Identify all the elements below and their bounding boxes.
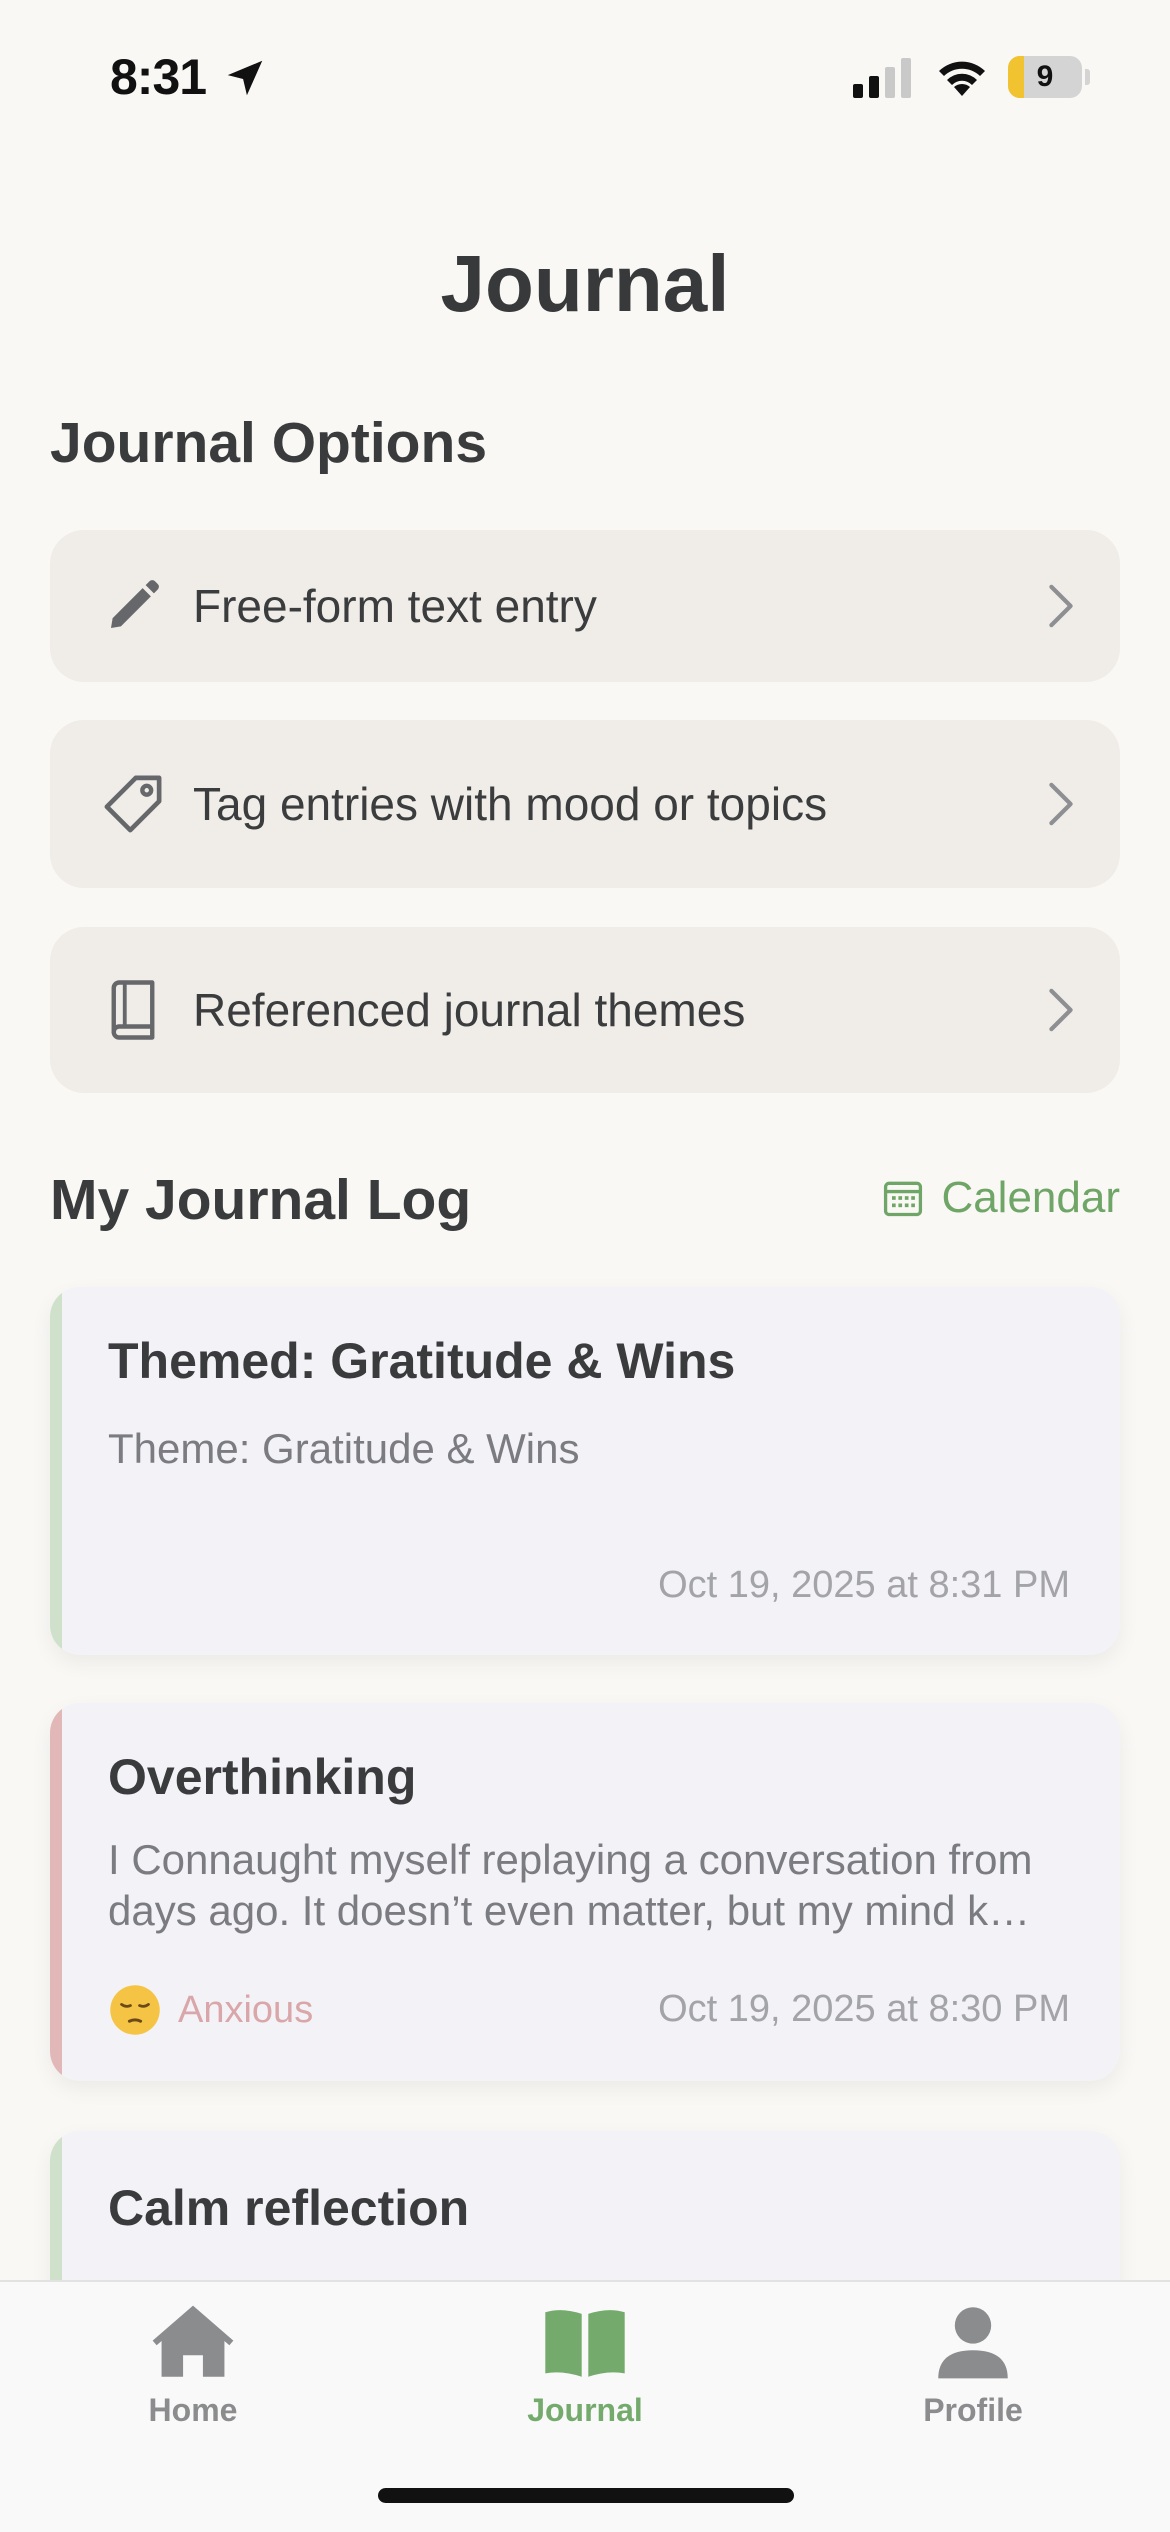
home-indicator (378, 2488, 794, 2503)
home-icon (152, 2305, 234, 2377)
location-arrow-icon (227, 60, 263, 96)
calendar-label: Calendar (941, 1173, 1120, 1222)
entry-title: Themed: Gratitude & Wins (108, 1333, 736, 1389)
entry-title: Calm reflection (108, 2180, 470, 2236)
tab-label: Profile (923, 2392, 1023, 2428)
tab-label: Home (148, 2392, 238, 2428)
battery-indicator: 9 (1008, 56, 1090, 98)
mood-label: Anxious (178, 1988, 314, 2031)
book-icon (111, 980, 155, 1040)
page-title: Journal (440, 239, 730, 328)
entry-accent-bar (50, 1703, 62, 2081)
person-icon (938, 2307, 1008, 2379)
open-book-icon (545, 2310, 625, 2377)
entry-date: Oct 19, 2025 at 8:31 PM (658, 1564, 1070, 1606)
wifi-icon (939, 61, 985, 96)
entry-mood-tag: Anxious (108, 1983, 313, 2037)
tab-journal[interactable]: Journal (485, 2302, 685, 2429)
option-free-form-entry[interactable]: Free-form text entry (50, 530, 1120, 682)
tab-label: Journal (527, 2392, 643, 2428)
calendar-button[interactable]: Calendar (881, 1173, 1120, 1223)
tag-icon (104, 775, 162, 833)
pencil-icon (111, 580, 159, 628)
battery-percentage: 9 (1036, 60, 1054, 93)
entry-body: Theme: Gratitude & Wins (108, 1425, 580, 1472)
journal-options-heading: Journal Options (50, 411, 488, 475)
pensive-face-icon (110, 1985, 160, 2035)
cellular-signal-icon (853, 58, 911, 98)
status-time: 8:31 (110, 49, 207, 105)
option-label: Free-form text entry (193, 580, 597, 632)
tab-home[interactable]: Home (93, 2302, 293, 2429)
status-bar: 8:31 9 (0, 0, 1170, 150)
chevron-right-icon (1049, 584, 1073, 628)
option-tag-entries[interactable]: Tag entries with mood or topics (50, 720, 1120, 888)
entry-date: Oct 19, 2025 at 8:30 PM (658, 1988, 1070, 2030)
option-label: Referenced journal themes (193, 984, 746, 1036)
chevron-right-icon (1049, 782, 1073, 826)
journal-entry-card[interactable]: Themed: Gratitude & Wins Theme: Gratitud… (50, 1287, 1120, 1655)
option-label: Tag entries with mood or topics (193, 778, 828, 830)
option-referenced-themes[interactable]: Referenced journal themes (50, 927, 1120, 1093)
tab-profile[interactable]: Profile (873, 2302, 1073, 2429)
calendar-icon (884, 1181, 923, 1217)
entry-body: I Connaught myself replaying a conversat… (108, 1836, 1033, 1934)
chevron-right-icon (1049, 988, 1073, 1032)
journal-entry-card[interactable]: Overthinking I Connaught myself replayin… (50, 1703, 1120, 2081)
journal-log-heading: My Journal Log (50, 1168, 472, 1232)
entry-accent-bar (50, 1287, 62, 1655)
entry-title: Overthinking (108, 1749, 417, 1805)
journal-screen: 8:31 9 Journal Journal Options Free-form… (0, 0, 1170, 2532)
